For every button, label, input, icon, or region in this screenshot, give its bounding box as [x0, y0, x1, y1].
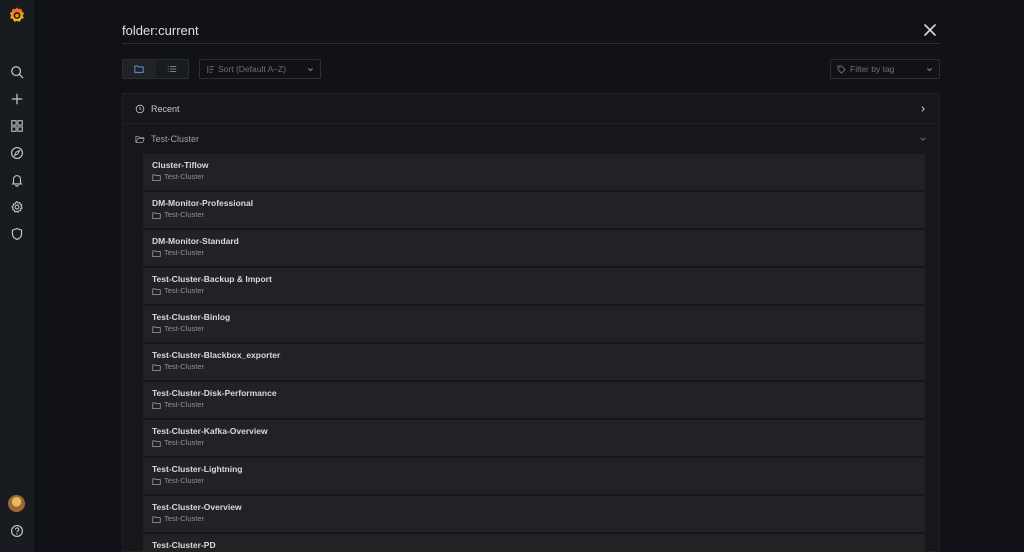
- close-icon[interactable]: [922, 22, 938, 38]
- sort-icon: [207, 65, 215, 73]
- search-overlay: Sort (Default A–Z) Filter by tag Recent …: [34, 0, 1024, 552]
- folder-name: Test-Cluster: [164, 362, 205, 371]
- avatar[interactable]: [8, 495, 25, 512]
- layout-toggle: [122, 59, 189, 79]
- dashboard-title: Test-Cluster-Overview: [152, 502, 242, 512]
- folder-name: Test-Cluster: [164, 438, 205, 447]
- folder-name: Test-Cluster: [164, 248, 205, 257]
- grafana-logo-icon[interactable]: [7, 5, 27, 25]
- dashboard-item[interactable]: DM-Monitor-Professional Test-Cluster: [143, 192, 925, 228]
- folder-icon: [152, 478, 161, 485]
- dashboard-item[interactable]: Test-Cluster-Lightning Test-Cluster: [143, 458, 925, 494]
- gear-icon[interactable]: [7, 197, 27, 217]
- dashboard-folder: Test-Cluster: [152, 438, 915, 448]
- section-title: Test-Cluster: [151, 134, 200, 144]
- search-icon[interactable]: [7, 62, 27, 82]
- explore-icon[interactable]: [7, 143, 27, 163]
- folder-icon: [152, 212, 161, 219]
- dashboard-title: DM-Monitor-Professional: [152, 198, 254, 208]
- folder-icon: [152, 440, 161, 447]
- search-input[interactable]: [122, 20, 902, 40]
- chevron-down-icon: [927, 67, 932, 71]
- list-view-button[interactable]: [155, 60, 188, 78]
- dashboard-item[interactable]: Cluster-Tiflow Test-Cluster: [143, 154, 925, 190]
- dashboard-folder: Test-Cluster: [152, 400, 915, 410]
- folder-name: Test-Cluster: [164, 172, 205, 181]
- dashboard-folder: Test-Cluster: [152, 514, 915, 524]
- bell-icon[interactable]: [7, 170, 27, 190]
- folder-open-icon: [135, 136, 145, 143]
- dashboard-title: Test-Cluster-Binlog: [152, 312, 231, 322]
- help-icon[interactable]: [7, 521, 27, 541]
- dashboard-title: Test-Cluster-PD: [152, 540, 216, 550]
- sort-label: Sort (Default A–Z): [218, 64, 287, 74]
- chevron-down-icon: [920, 137, 926, 141]
- list-icon: [167, 66, 176, 72]
- dashboard-item[interactable]: Test-Cluster-Overview Test-Cluster: [143, 496, 925, 532]
- folder-name: Test-Cluster: [164, 476, 205, 485]
- dashboard-item[interactable]: Test-Cluster-Blackbox_exporter Test-Clus…: [143, 344, 925, 380]
- dashboard-folder: Test-Cluster: [152, 172, 915, 182]
- dashboard-item[interactable]: Test-Cluster-Backup & Import Test-Cluste…: [143, 268, 925, 304]
- dashboard-folder: Test-Cluster: [152, 324, 915, 334]
- tag-filter[interactable]: Filter by tag: [830, 59, 940, 79]
- dashboard-folder: Test-Cluster: [152, 248, 915, 258]
- dashboard-folder: Test-Cluster: [152, 476, 915, 486]
- folder-name: Test-Cluster: [164, 400, 205, 409]
- chevron-down-icon: [308, 67, 313, 71]
- shield-icon[interactable]: [7, 224, 27, 244]
- folder-icon: [152, 288, 161, 295]
- dashboard-folder: Test-Cluster: [152, 362, 915, 372]
- folder-name: Test-Cluster: [164, 286, 205, 295]
- dashboard-folder: Test-Cluster: [152, 286, 915, 296]
- folder-name: Test-Cluster: [164, 514, 205, 523]
- dashboard-title: DM-Monitor-Standard: [152, 236, 239, 246]
- tag-filter-placeholder: Filter by tag: [850, 64, 895, 74]
- section-folder[interactable]: Test-Cluster: [123, 124, 939, 154]
- folder-icon: [152, 364, 161, 371]
- folder-view-button[interactable]: [123, 60, 156, 78]
- folder-icon: [152, 326, 161, 333]
- folder-name: Test-Cluster: [164, 324, 205, 333]
- chevron-right-icon: [921, 105, 925, 112]
- search-bar: [122, 14, 940, 44]
- dashboard-title: Test-Cluster-Lightning: [152, 464, 243, 474]
- dashboard-item[interactable]: Test-Cluster-Disk-Performance Test-Clust…: [143, 382, 925, 418]
- dashboards-icon[interactable]: [7, 116, 27, 136]
- dashboard-item[interactable]: Test-Cluster-Binlog Test-Cluster: [143, 306, 925, 342]
- folder-icon: [152, 250, 161, 257]
- dashboard-title: Cluster-Tiflow: [152, 160, 209, 170]
- side-menu: [0, 0, 34, 552]
- folder-icon: [134, 65, 144, 73]
- search-results: Recent Test-Cluster Cluster-Tiflow Test-…: [122, 93, 940, 552]
- search-toolbar: Sort (Default A–Z) Filter by tag: [122, 59, 940, 79]
- folder-icon: [152, 174, 161, 181]
- folder-icon: [152, 402, 161, 409]
- dashboard-list: Cluster-Tiflow Test-Cluster DM-Monitor-P…: [123, 154, 939, 551]
- sort-select[interactable]: Sort (Default A–Z): [199, 59, 321, 79]
- dashboard-title: Test-Cluster-Kafka-Overview: [152, 426, 268, 436]
- dashboard-title: Test-Cluster-Disk-Performance: [152, 388, 277, 398]
- folder-icon: [152, 516, 161, 523]
- dashboard-item[interactable]: Test-Cluster-PD Test-Cluster: [143, 534, 925, 551]
- clock-icon: [135, 104, 145, 113]
- dashboard-folder: Test-Cluster: [152, 210, 915, 220]
- dashboard-title: Test-Cluster-Blackbox_exporter: [152, 350, 281, 360]
- dashboard-item[interactable]: Test-Cluster-Kafka-Overview Test-Cluster: [143, 420, 925, 456]
- dashboard-item[interactable]: DM-Monitor-Standard Test-Cluster: [143, 230, 925, 266]
- plus-icon[interactable]: [7, 89, 27, 109]
- tag-icon: [837, 64, 846, 74]
- dashboard-title: Test-Cluster-Backup & Import: [152, 274, 272, 284]
- folder-name: Test-Cluster: [164, 210, 205, 219]
- section-recent[interactable]: Recent: [123, 94, 939, 124]
- section-title: Recent: [151, 103, 180, 114]
